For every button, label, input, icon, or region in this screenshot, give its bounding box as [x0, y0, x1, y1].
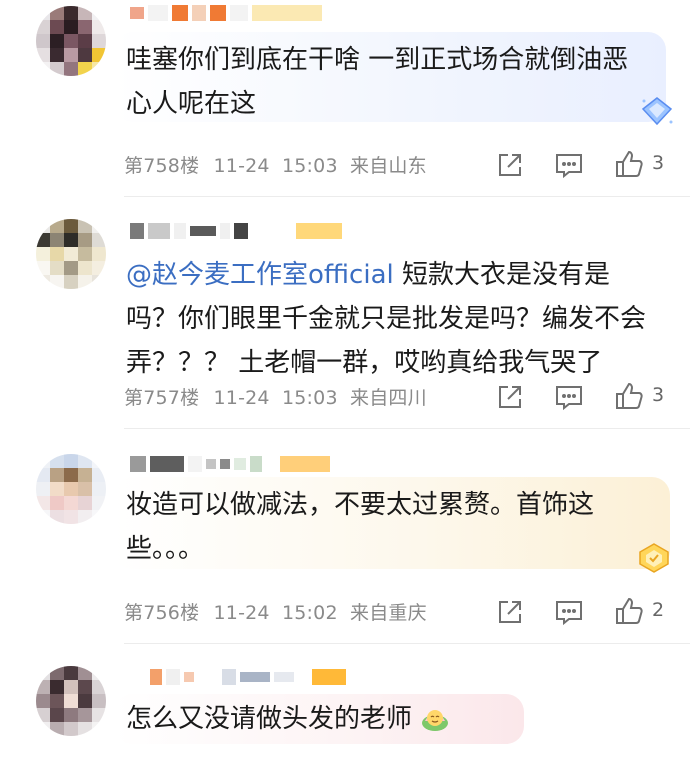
- comment-text: 妆造可以做减法，不要太过累赘。首饰这些。。。: [126, 490, 595, 564]
- comment-location: 来自重庆: [350, 602, 427, 624]
- avatar[interactable]: [36, 454, 106, 524]
- comment-icon[interactable]: [553, 596, 585, 628]
- username-blurred[interactable]: [130, 222, 342, 240]
- username-blurred[interactable]: [130, 4, 322, 22]
- avatar[interactable]: [36, 6, 106, 76]
- comment-text: 怎么又没请做头发的老师: [126, 700, 510, 738]
- like-count: 2: [652, 599, 665, 621]
- comment-bubble: 哇塞你们到底在干啥 一到正式场合就倒油恶心人呢在这: [114, 32, 666, 122]
- username-blurred[interactable]: [150, 668, 346, 686]
- floor-number: 第756楼: [124, 602, 200, 624]
- comment-time: 15:03: [281, 387, 338, 409]
- lotus-face-emoji-icon: [422, 710, 449, 731]
- comment-icon[interactable]: [553, 381, 585, 413]
- comment-location: 来自山东: [350, 155, 427, 177]
- comment-date: 11-24: [213, 155, 270, 177]
- comment-time: 15:02: [281, 602, 338, 624]
- comment-item: 哇塞你们到底在干啥 一到正式场合就倒油恶心人呢在这 第758楼 11-24 15…: [0, 0, 690, 215]
- divider: [124, 643, 690, 644]
- comment-location: 来自四川: [350, 387, 427, 409]
- comment-meta: 第758楼 11-24 15:03 来自山东: [124, 151, 427, 178]
- comment-body: 怎么又没请做头发的老师: [126, 704, 413, 734]
- mention-link[interactable]: @赵今麦工作室official: [126, 260, 394, 290]
- divider: [124, 196, 690, 197]
- thumbs-up-icon[interactable]: [613, 380, 645, 412]
- comment-time: 15:03: [281, 155, 338, 177]
- share-icon[interactable]: [494, 381, 526, 413]
- thumbs-up-icon[interactable]: [613, 595, 645, 627]
- like-count: 3: [652, 384, 665, 406]
- comment-date: 11-24: [213, 602, 270, 624]
- share-icon[interactable]: [494, 596, 526, 628]
- comment-item: 妆造可以做减法，不要太过累赘。首饰这些。。。 第756楼 11-24 15:02…: [0, 445, 690, 660]
- comment-text: @赵今麦工作室official 短款大衣是没有是吗？你们眼里千金就只是批发是吗？…: [126, 253, 660, 385]
- comment-icon[interactable]: [553, 149, 585, 181]
- floor-number: 第757楼: [124, 387, 200, 409]
- comment-item: 怎么又没请做头发的老师: [0, 660, 690, 772]
- share-icon[interactable]: [494, 149, 526, 181]
- comment-date: 11-24: [213, 387, 270, 409]
- like-count: 3: [652, 152, 665, 174]
- divider: [124, 428, 690, 429]
- comment-bubble: @赵今麦工作室official 短款大衣是没有是吗？你们眼里千金就只是批发是吗？…: [114, 247, 674, 385]
- floor-number: 第758楼: [124, 155, 200, 177]
- comment-bubble: 怎么又没请做头发的老师: [114, 694, 524, 744]
- comment-text: 哇塞你们到底在干啥 一到正式场合就倒油恶心人呢在这: [126, 45, 629, 119]
- avatar[interactable]: [36, 666, 106, 736]
- gold-badge-icon: [639, 543, 669, 573]
- comment-bubble: 妆造可以做减法，不要太过累赘。首饰这些。。。: [114, 477, 670, 569]
- diamond-badge-icon: [641, 97, 673, 126]
- thumbs-up-icon[interactable]: [613, 148, 645, 180]
- comment-meta: 第756楼 11-24 15:02 来自重庆: [124, 598, 427, 625]
- comment-meta: 第757楼 11-24 15:03 来自四川: [124, 383, 427, 410]
- comment-item: @赵今麦工作室official 短款大衣是没有是吗？你们眼里千金就只是批发是吗？…: [0, 215, 690, 445]
- avatar[interactable]: [36, 219, 106, 289]
- username-blurred[interactable]: [130, 455, 330, 473]
